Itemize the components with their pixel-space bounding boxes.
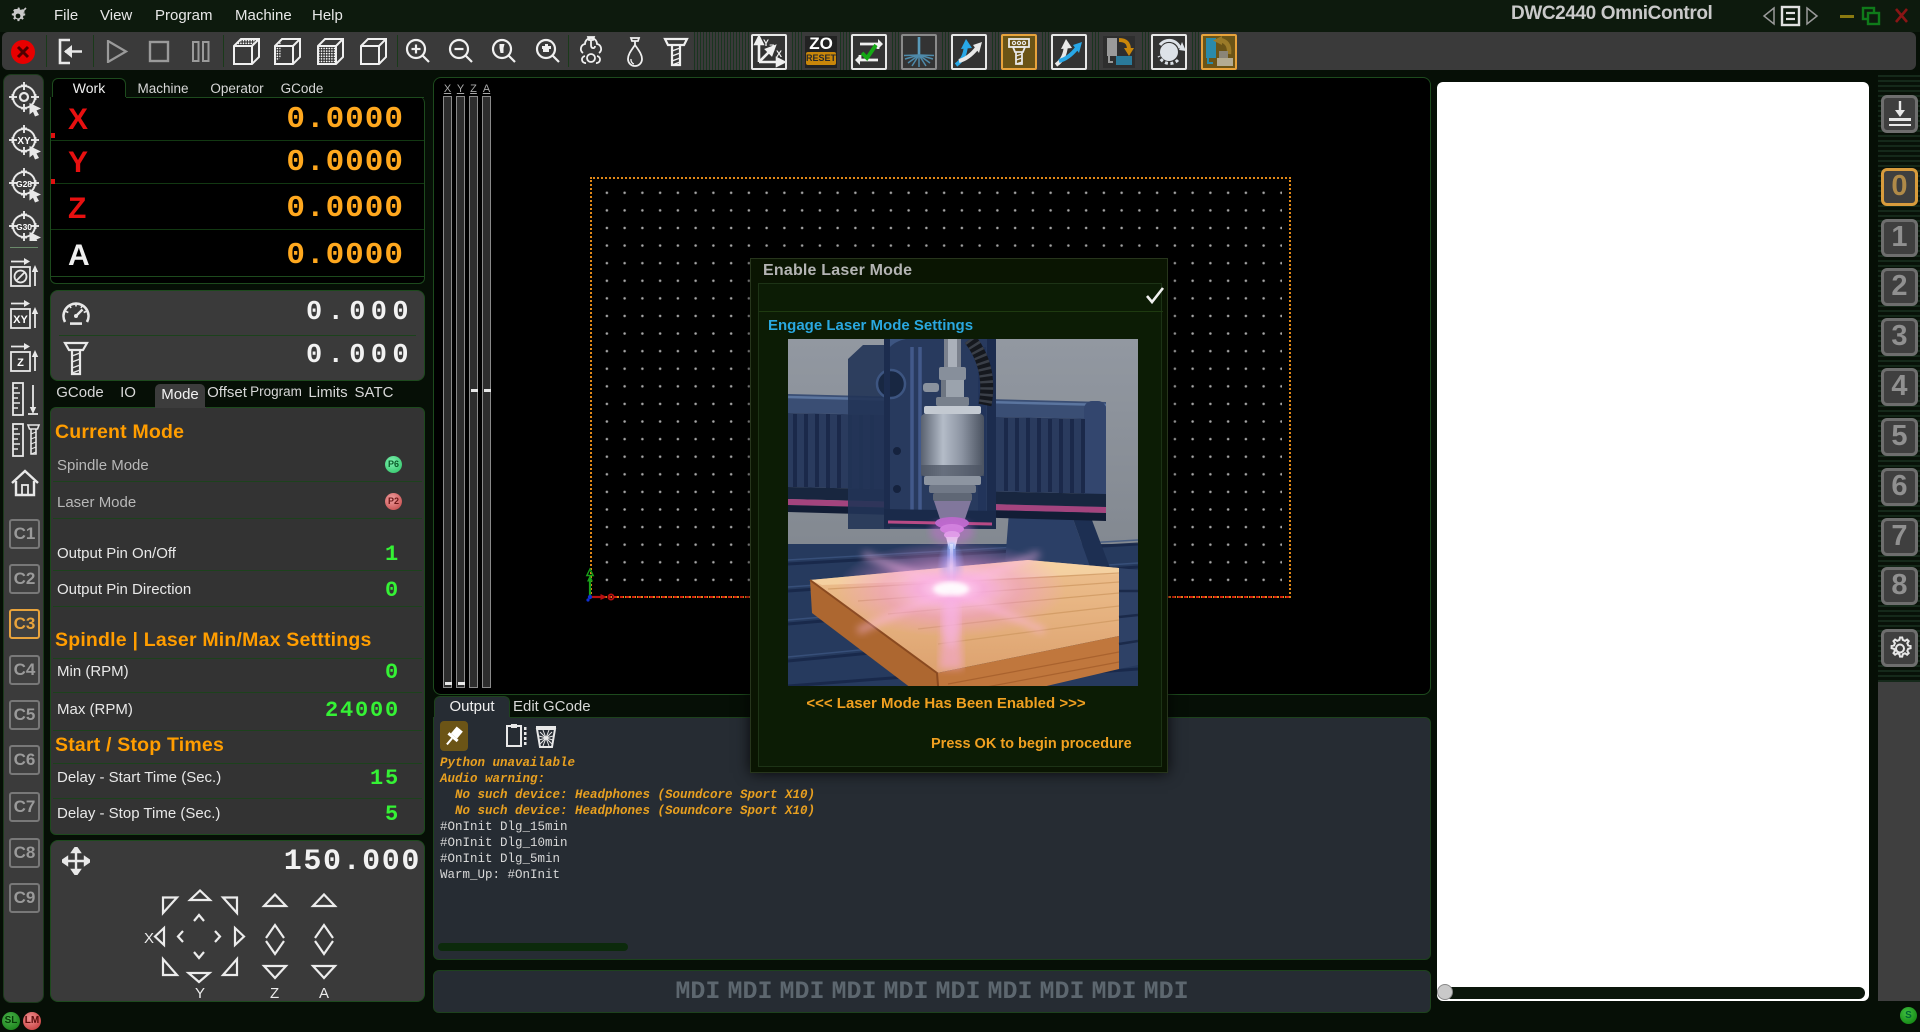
svg-text:Z: Z bbox=[270, 985, 279, 1002]
svg-text:Z: Z bbox=[769, 43, 775, 53]
svg-text:A: A bbox=[319, 985, 329, 1002]
svg-text:G28: G28 bbox=[16, 179, 32, 189]
svg-text:X: X bbox=[776, 49, 782, 59]
svg-text:XY: XY bbox=[17, 136, 31, 147]
svg-text:XY: XY bbox=[13, 314, 28, 326]
svg-text:Z: Z bbox=[17, 357, 24, 369]
svg-text:X: X bbox=[144, 930, 154, 947]
svg-text:G30: G30 bbox=[16, 222, 32, 232]
svg-text:Y: Y bbox=[195, 985, 205, 1002]
